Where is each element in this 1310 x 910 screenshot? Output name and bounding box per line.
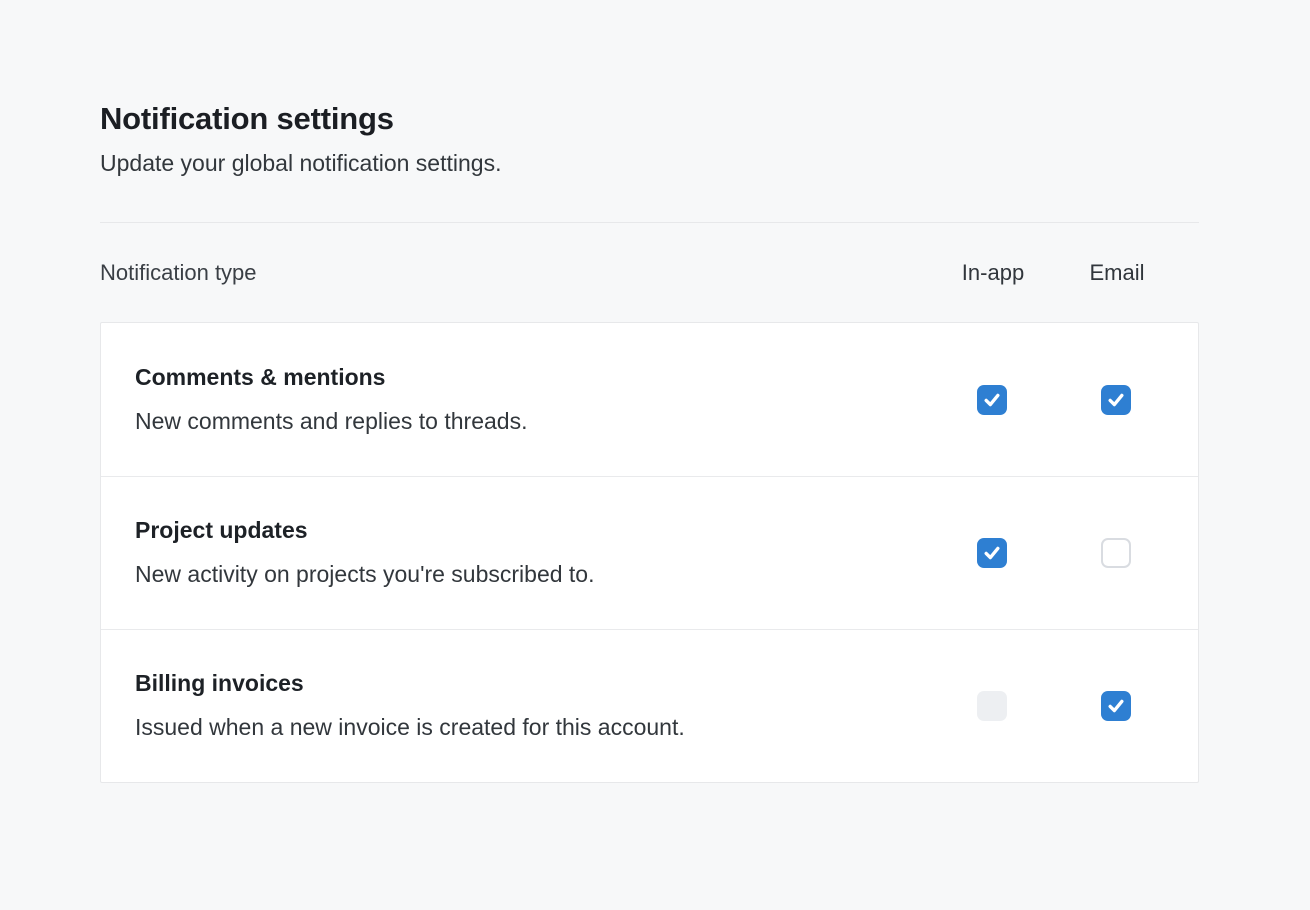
checkmark-icon (1106, 390, 1126, 410)
table-row-billing-invoices: Billing invoices Issued when a new invoi… (101, 629, 1198, 782)
column-header-email: Email (1077, 260, 1157, 286)
row-text: Comments & mentions New comments and rep… (135, 363, 952, 437)
inapp-checkbox[interactable] (977, 385, 1007, 415)
table-row-project-updates: Project updates New activity on projects… (101, 476, 1198, 629)
row-description: New comments and replies to threads. (135, 407, 952, 437)
notification-settings-page: Notification settings Update your global… (100, 0, 1199, 783)
notification-settings-table: Comments & mentions New comments and rep… (100, 322, 1199, 783)
row-text: Billing invoices Issued when a new invoi… (135, 669, 952, 743)
page-title: Notification settings (100, 99, 1199, 139)
page-subtitle: Update your global notification settings… (100, 149, 1199, 179)
table-header: Notification type In-app Email (100, 223, 1199, 286)
row-description: New activity on projects you're subscrib… (135, 560, 952, 590)
inapp-checkbox[interactable] (977, 538, 1007, 568)
row-title: Comments & mentions (135, 363, 952, 393)
email-checkbox[interactable] (1101, 538, 1131, 568)
column-header-inapp: In-app (953, 260, 1033, 286)
row-description: Issued when a new invoice is created for… (135, 713, 952, 743)
checkmark-icon (982, 390, 1002, 410)
inapp-checkbox (977, 691, 1007, 721)
email-checkbox[interactable] (1101, 691, 1131, 721)
row-title: Billing invoices (135, 669, 952, 699)
row-title: Project updates (135, 516, 952, 546)
checkmark-icon (1106, 696, 1126, 716)
row-controls (952, 385, 1198, 415)
email-checkbox[interactable] (1101, 385, 1131, 415)
row-controls (952, 538, 1198, 568)
column-header-notification-type: Notification type (100, 260, 257, 286)
table-row-comments-mentions: Comments & mentions New comments and rep… (101, 323, 1198, 476)
column-headers-group: In-app Email (953, 260, 1199, 286)
row-controls (952, 691, 1198, 721)
checkmark-icon (982, 543, 1002, 563)
row-text: Project updates New activity on projects… (135, 516, 952, 590)
